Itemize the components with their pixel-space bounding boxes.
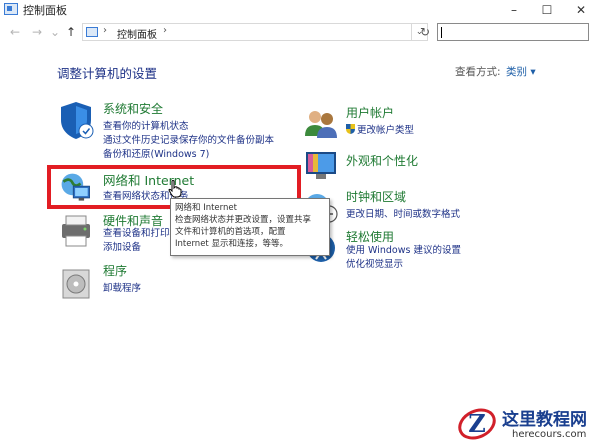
link-uninstall-program[interactable]: 卸载程序 xyxy=(103,280,141,294)
shield-icon[interactable] xyxy=(57,100,95,140)
maximize-button[interactable]: ☐ xyxy=(530,0,564,20)
recent-locations-button[interactable]: ⌄ xyxy=(48,24,62,40)
site-logo-icon: Z xyxy=(458,408,496,440)
link-file-history-backup[interactable]: 通过文件历史记录保存你的文件备份副本 xyxy=(103,132,274,146)
control-panel-icon xyxy=(86,27,98,37)
control-panel-icon xyxy=(4,3,18,15)
hand-cursor-icon xyxy=(168,180,182,198)
breadcrumb-separator[interactable]: › xyxy=(163,25,167,36)
view-by-dropdown[interactable]: 类别 ▾ xyxy=(506,64,536,79)
close-button[interactable]: ✕ xyxy=(564,0,598,20)
link-change-account-type[interactable]: 更改帐户类型 xyxy=(346,122,414,136)
breadcrumb-separator[interactable]: › xyxy=(103,25,107,36)
tooltip-line: 文件和计算机的首选项，配置 xyxy=(175,227,286,237)
back-button[interactable]: ← xyxy=(8,24,22,40)
category-title-clock-region[interactable]: 时钟和区域 xyxy=(346,188,406,205)
tooltip: 网络和 Internet 检查网络状态并更改设置，设置共享 文件和计算机的首选项… xyxy=(170,198,330,256)
link-windows-suggested-settings[interactable]: 使用 Windows 建议的设置 xyxy=(346,242,461,256)
category-programs: 程序 卸载程序 xyxy=(57,262,297,299)
address-toolbar: ← → ⌄ ↑ › 控制面板 › ⌄ ↻ xyxy=(0,20,600,44)
link-view-computer-status[interactable]: 查看你的计算机状态 xyxy=(103,118,189,132)
category-title-user-accounts[interactable]: 用户帐户 xyxy=(346,104,394,121)
refresh-button[interactable]: ↻ xyxy=(416,23,434,41)
page-title: 调整计算机的设置 xyxy=(57,66,158,81)
tooltip-line: 检查网络状态并更改设置，设置共享 xyxy=(175,215,312,225)
category-system-security: 系统和安全 查看你的计算机状态 通过文件历史记录保存你的文件备份副本 备份和还原… xyxy=(57,100,297,160)
users-icon[interactable] xyxy=(302,104,340,144)
tooltip-line: Internet 显示和连接，等等。 xyxy=(175,239,288,249)
link-backup-restore[interactable]: 备份和还原(Windows 7) xyxy=(103,146,209,160)
breadcrumb-control-panel[interactable]: 控制面板 xyxy=(117,26,157,41)
window-title: 控制面板 xyxy=(23,4,67,17)
watermark-url: herecours.com xyxy=(512,429,587,440)
search-input[interactable] xyxy=(437,23,589,41)
link-change-date-time-format[interactable]: 更改日期、时间或数字格式 xyxy=(346,206,460,220)
link-view-devices-printers[interactable]: 查看设备和打印机 xyxy=(103,225,179,239)
category-clock-region: 时钟和区域 更改日期、时间或数字格式 xyxy=(302,188,502,223)
link-optimize-visual-display[interactable]: 优化视觉显示 xyxy=(346,256,403,270)
watermark: Z 这里教程网 herecours.com xyxy=(455,402,600,446)
text-cursor xyxy=(441,27,442,38)
printer-icon[interactable] xyxy=(57,212,95,252)
category-appearance: 外观和个性化 xyxy=(302,146,502,180)
tooltip-line: 网络和 Internet xyxy=(175,203,237,213)
svg-text:Z: Z xyxy=(468,409,486,438)
forward-button[interactable]: → xyxy=(30,24,44,40)
category-title-appearance[interactable]: 外观和个性化 xyxy=(346,152,418,169)
title-bar: 控制面板 – ☐ ✕ xyxy=(0,0,600,20)
appearance-monitor-icon[interactable] xyxy=(302,146,340,186)
category-title-programs[interactable]: 程序 xyxy=(103,262,127,279)
category-user-accounts: 用户帐户 更改帐户类型 xyxy=(302,104,502,138)
address-box[interactable]: › 控制面板 › xyxy=(82,23,412,41)
view-by-label: 查看方式: xyxy=(455,66,501,78)
category-title-system-security[interactable]: 系统和安全 xyxy=(103,100,163,117)
link-label: 更改帐户类型 xyxy=(357,125,415,136)
up-button[interactable]: ↑ xyxy=(64,24,78,40)
link-add-device[interactable]: 添加设备 xyxy=(103,239,141,253)
programs-disc-icon[interactable] xyxy=(57,262,95,302)
minimize-button[interactable]: – xyxy=(497,0,531,20)
category-ease-of-access: 轻松使用 使用 Windows 建议的设置 优化视觉显示 xyxy=(302,228,502,270)
watermark-title: 这里教程网 xyxy=(502,410,587,430)
uac-shield-icon xyxy=(346,124,355,134)
